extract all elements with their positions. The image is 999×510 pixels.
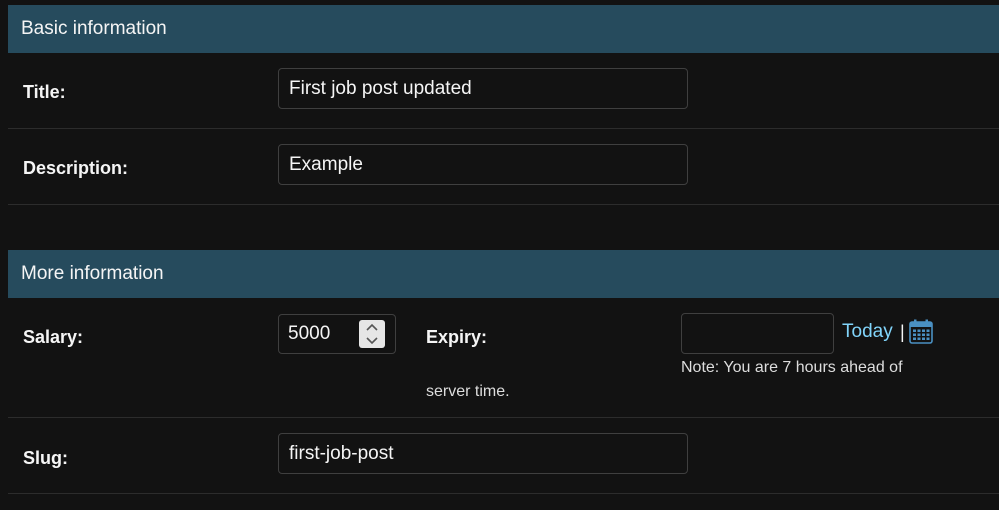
slug-label: Slug: (23, 448, 68, 468)
spinner-up-icon[interactable] (359, 320, 385, 334)
title-input[interactable] (278, 68, 688, 109)
salary-label: Salary: (23, 327, 84, 347)
salary-input[interactable] (279, 315, 359, 353)
expiry-date-input[interactable] (681, 313, 834, 354)
more-information-header: More information (8, 250, 999, 298)
spinner-down-icon[interactable] (359, 334, 385, 348)
slug-input[interactable] (278, 433, 688, 474)
row-divider (8, 417, 999, 418)
title-label: Title: (23, 82, 66, 102)
row-divider (8, 128, 999, 129)
today-link[interactable]: Today (842, 321, 893, 343)
expiry-label: Expiry: (426, 327, 488, 347)
timezone-note-continued: server time. (426, 383, 510, 400)
row-divider (8, 493, 999, 494)
row-divider (8, 204, 999, 205)
more-information-title: More information (21, 263, 164, 284)
description-input[interactable] (278, 144, 688, 185)
calendar-icon[interactable] (909, 319, 933, 349)
basic-information-header: Basic information (8, 5, 999, 53)
salary-spinner[interactable] (359, 320, 385, 348)
description-label: Description: (23, 158, 129, 178)
basic-information-title: Basic information (21, 18, 167, 39)
salary-field (278, 314, 396, 354)
shortcut-separator: | (900, 322, 905, 342)
timezone-note: Note: You are 7 hours ahead of (681, 359, 903, 376)
change-form: Basic information Title: Description: Mo… (0, 0, 999, 510)
